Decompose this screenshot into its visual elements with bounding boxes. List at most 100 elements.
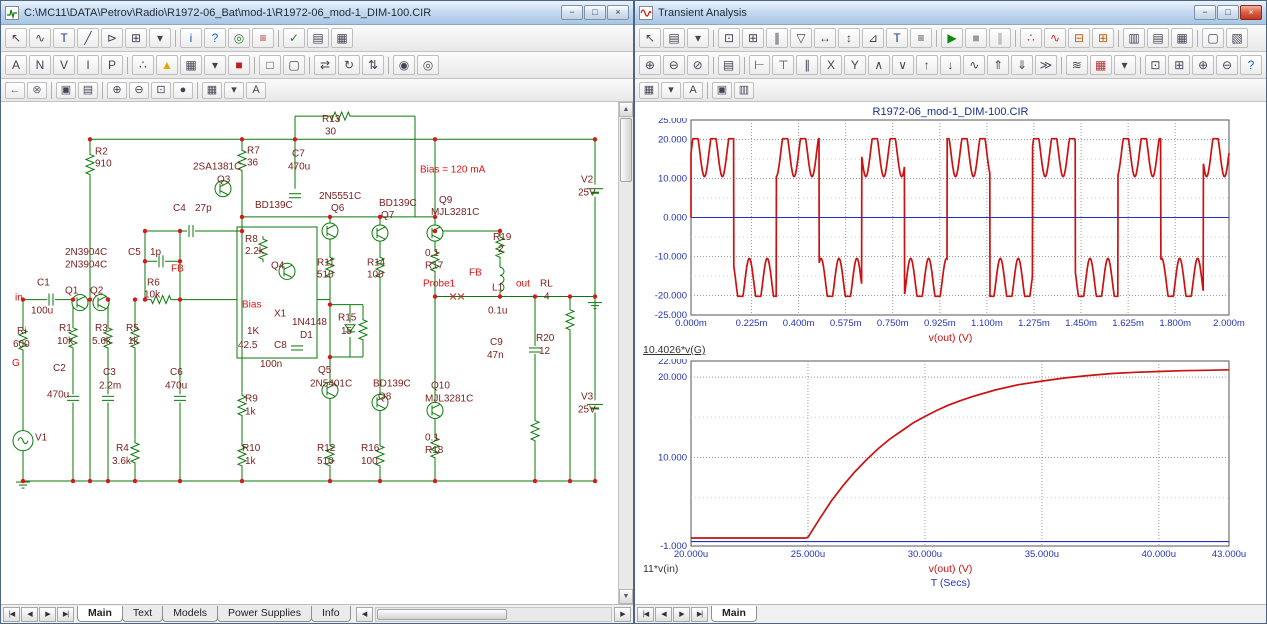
- close-button[interactable]: ×: [607, 5, 629, 20]
- schematic-tab-power-supplies[interactable]: Power Supplies: [217, 606, 312, 622]
- help-tool-icon[interactable]: ?: [204, 28, 226, 48]
- next-page-button[interactable]: ▶: [673, 607, 690, 622]
- scroll-up-button[interactable]: ▲: [619, 102, 633, 117]
- schematic-titlebar[interactable]: C:\MC11\DATA\Petrov\Radio\R1972-06_Bat\m…: [1, 1, 633, 25]
- digital-paths-icon[interactable]: ≡: [252, 28, 274, 48]
- magnify-in-icon[interactable]: ⊕: [639, 55, 661, 75]
- schematic-tab-text[interactable]: Text: [122, 606, 163, 622]
- flag-tool-icon[interactable]: ⊳: [101, 28, 123, 48]
- tag-vertical-icon[interactable]: ⊤: [772, 55, 794, 75]
- model-check-icon[interactable]: ✓: [283, 28, 305, 48]
- scroll-down-button[interactable]: ▼: [619, 589, 633, 604]
- previous-page-button[interactable]: ◀: [21, 607, 38, 622]
- font-icon[interactable]: A: [683, 82, 703, 99]
- close-page-icon[interactable]: ⊗: [27, 82, 47, 99]
- zoom-in-icon[interactable]: ⊕: [107, 82, 127, 99]
- plot2-top-expression[interactable]: 10.4026*v(G): [643, 344, 705, 356]
- view-grid-icon[interactable]: ▦: [639, 82, 659, 99]
- magnify-out-icon[interactable]: ⊖: [663, 55, 685, 75]
- schematic-canvas[interactable]: R29102SA1381CQ3R736C7470uR1330Bias = 120…: [1, 102, 618, 604]
- cursor-mode-icon[interactable]: ∥: [766, 28, 788, 48]
- token-display-icon[interactable]: ∿: [1044, 28, 1066, 48]
- vertical-scroll-thumb[interactable]: [620, 118, 632, 182]
- copy-page-icon[interactable]: ▣: [712, 82, 732, 99]
- schematic-tab-models[interactable]: Models: [162, 606, 218, 622]
- grid-toggle-icon[interactable]: ▦: [180, 55, 202, 75]
- view-dropdown-icon[interactable]: ▾: [224, 82, 244, 99]
- navigate-back-icon[interactable]: ←: [5, 82, 25, 99]
- warning-annotations-icon[interactable]: ▲: [156, 55, 178, 75]
- global-low-icon[interactable]: ⇓: [1011, 55, 1033, 75]
- next-page-button[interactable]: ▶: [39, 607, 56, 622]
- last-page-button[interactable]: ▶|: [57, 607, 74, 622]
- analysis-plot-area[interactable]: R1972-06_mod-1_DIM-100.CIR 0.000m0.225m0…: [635, 102, 1266, 604]
- line-tool-icon[interactable]: ╱: [77, 28, 99, 48]
- font-icon[interactable]: A: [246, 82, 266, 99]
- horizontal-scroll-thumb[interactable]: [377, 609, 507, 620]
- zoom-out-icon[interactable]: ⊖: [129, 82, 149, 99]
- select-tool-icon[interactable]: ↖: [5, 28, 27, 48]
- peak-icon[interactable]: ∧: [868, 55, 890, 75]
- vertical-scroll-track[interactable]: [619, 183, 633, 589]
- pan-mode-icon[interactable]: ⊞: [742, 28, 764, 48]
- copy-to-clipboard-icon[interactable]: ▣: [56, 82, 76, 99]
- horizontal-tag-icon[interactable]: ↔: [814, 28, 836, 48]
- tag-horizontal-icon[interactable]: ⊢: [749, 55, 771, 75]
- first-page-button[interactable]: |◀: [3, 607, 20, 622]
- zoom-in-plot-icon[interactable]: ⊕: [1192, 55, 1214, 75]
- component-tool-icon[interactable]: ⊞: [125, 28, 147, 48]
- schematic-vertical-scrollbar[interactable]: ▲ ▼: [618, 102, 633, 604]
- scope-zoom-mode-icon[interactable]: ⊡: [718, 28, 740, 48]
- node-numbers-icon[interactable]: N: [29, 55, 51, 75]
- zoom-out-plot-icon[interactable]: ⊖: [1216, 55, 1238, 75]
- go-to-y-icon[interactable]: Y: [844, 55, 866, 75]
- analysis-titlebar[interactable]: Transient Analysis − □ ×: [635, 1, 1266, 25]
- plus-mark-icon[interactable]: ⊞: [1092, 28, 1114, 48]
- hscroll-left-button[interactable]: ◀: [356, 607, 373, 622]
- minimize-button[interactable]: −: [1194, 5, 1216, 20]
- rotate-tool-icon[interactable]: ↻: [338, 55, 360, 75]
- clipboard-icon[interactable]: ▤: [663, 28, 685, 48]
- performance-tag-icon[interactable]: ⊿: [862, 28, 884, 48]
- pin-connections-icon[interactable]: ∴: [132, 55, 154, 75]
- low-icon[interactable]: ↓: [940, 55, 962, 75]
- waveform-buffer-icon[interactable]: ≋: [1066, 55, 1088, 75]
- text-tool-icon[interactable]: T: [886, 28, 908, 48]
- maximize-button[interactable]: □: [584, 5, 606, 20]
- high-icon[interactable]: ↑: [916, 55, 938, 75]
- border-display-icon[interactable]: ▢: [283, 55, 305, 75]
- snapshot-icon[interactable]: ●: [173, 82, 193, 99]
- magnify-restore-icon[interactable]: ⊘: [687, 55, 709, 75]
- inflection-icon[interactable]: ∿: [963, 55, 985, 75]
- minimize-button[interactable]: −: [561, 5, 583, 20]
- view-dropdown-icon[interactable]: ▾: [661, 82, 681, 99]
- copy-window-icon[interactable]: ▥: [734, 82, 754, 99]
- colors-dropdown-icon[interactable]: ▾: [1114, 55, 1136, 75]
- schematic-tab-info[interactable]: Info: [311, 606, 351, 622]
- ruler-icon[interactable]: ⊟: [1068, 28, 1090, 48]
- global-high-icon[interactable]: ⇑: [987, 55, 1009, 75]
- stop-icon[interactable]: ■: [965, 28, 987, 48]
- vertical-tag-icon[interactable]: ↕: [838, 28, 860, 48]
- zoom-window-icon[interactable]: ⊡: [1145, 55, 1167, 75]
- color-swatch-icon[interactable]: ■: [228, 55, 250, 75]
- grid-dropdown-icon[interactable]: ▾: [204, 55, 226, 75]
- data-points-icon[interactable]: ∴: [1020, 28, 1042, 48]
- schematic-tab-main[interactable]: Main: [77, 606, 123, 622]
- analysis-limits-icon[interactable]: ▤: [718, 55, 740, 75]
- point-to-point-paths-icon[interactable]: ◎: [228, 28, 250, 48]
- find-tool-icon[interactable]: ◉: [393, 55, 415, 75]
- paste-from-clipboard-icon[interactable]: ▤: [78, 82, 98, 99]
- restore-limits-icon[interactable]: ⊞: [1168, 55, 1190, 75]
- tile-windows-icon[interactable]: ▧: [1226, 28, 1248, 48]
- last-page-button[interactable]: ▶|: [691, 607, 708, 622]
- find-next-tool-icon[interactable]: ◎: [417, 55, 439, 75]
- design-info-icon[interactable]: ▦: [331, 28, 353, 48]
- flip-tool-icon[interactable]: ⇅: [362, 55, 384, 75]
- close-button[interactable]: ×: [1240, 5, 1262, 20]
- next-branch-icon[interactable]: ≫: [1035, 55, 1057, 75]
- clipboard-dropdown-icon[interactable]: ▾: [687, 28, 709, 48]
- sheet-list-icon[interactable]: ▤: [307, 28, 329, 48]
- previous-page-button[interactable]: ◀: [655, 607, 672, 622]
- horizontal-axis-grids-icon[interactable]: ▥: [1123, 28, 1145, 48]
